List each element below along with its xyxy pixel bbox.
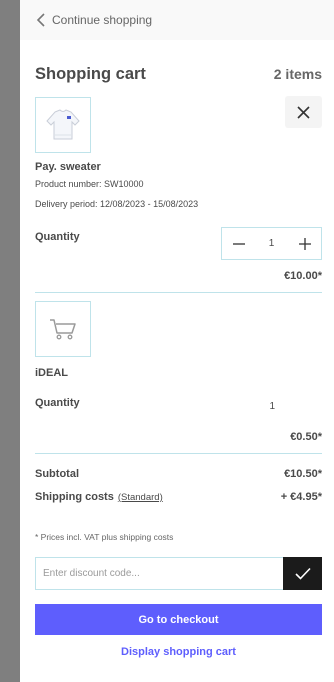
vat-note: * Prices incl. VAT plus shipping costs: [35, 532, 174, 542]
apply-discount-button[interactable]: [283, 557, 322, 590]
quantity-label: Quantity: [35, 231, 80, 243]
quantity-stepper: 1: [221, 227, 322, 260]
quantity-row: Quantity 1: [35, 393, 322, 427]
product-image[interactable]: [35, 97, 91, 153]
line-item-price: €0.50*: [290, 431, 322, 443]
sweater-icon: [46, 109, 80, 140]
line-item-price: €10.00*: [284, 270, 322, 282]
close-icon: [297, 105, 310, 119]
page-backdrop[interactable]: [0, 0, 20, 682]
display-shopping-cart-link[interactable]: Display shopping cart: [35, 646, 322, 658]
quantity-label: Quantity: [35, 397, 80, 409]
decrease-quantity-button[interactable]: [222, 228, 255, 259]
shopping-cart-icon: [50, 319, 76, 340]
quantity-row: Quantity 1: [35, 227, 322, 261]
go-to-checkout-button[interactable]: Go to checkout: [35, 604, 322, 635]
quantity-value: 1: [269, 401, 275, 412]
subtotal-value: €10.50*: [284, 468, 322, 480]
subtotal-row: Subtotal €10.50*: [35, 468, 322, 480]
offcanvas-cart: Continue shopping Shopping cart 2 items …: [20, 0, 334, 682]
plus-icon: [298, 237, 311, 250]
discount-code-input[interactable]: [35, 557, 283, 590]
shipping-label-group: Shipping costs (Standard): [35, 491, 163, 503]
cart-line-item: iDEAL Quantity 1 €0.50*: [35, 293, 322, 443]
discount-form: [35, 557, 322, 590]
quantity-value[interactable]: 1: [269, 238, 275, 249]
chevron-left-icon: [36, 13, 46, 27]
shipping-value: + €4.95*: [280, 491, 322, 503]
delivery-period: Delivery period: 12/08/2023 - 15/08/2023: [35, 199, 199, 209]
continue-shopping-link[interactable]: Continue shopping: [20, 0, 334, 40]
cart-title: Shopping cart: [35, 64, 146, 83]
cart-summary: Subtotal €10.50* Shipping costs (Standard…: [35, 468, 322, 503]
divider: [35, 453, 322, 454]
cart-item-count: 2 items: [273, 66, 322, 82]
shipping-row: Shipping costs (Standard) + €4.95*: [35, 491, 322, 503]
shipping-label: Shipping costs: [35, 491, 114, 503]
product-image[interactable]: [35, 301, 91, 357]
checkmark-icon: [294, 567, 311, 580]
cart-header: Shopping cart 2 items: [20, 40, 334, 92]
shipping-method-link[interactable]: (Standard): [118, 492, 163, 503]
continue-shopping-label: Continue shopping: [52, 13, 153, 27]
increase-quantity-button[interactable]: [288, 228, 321, 259]
product-name[interactable]: iDEAL: [35, 367, 322, 379]
cart-line-item: Pay. sweater Product number: SW10000 Del…: [35, 92, 322, 282]
product-name[interactable]: Pay. sweater: [35, 161, 322, 173]
product-number: Product number: SW10000: [35, 179, 144, 189]
subtotal-label: Subtotal: [35, 468, 79, 480]
remove-item-button[interactable]: [285, 96, 322, 128]
minus-icon: [232, 242, 245, 245]
